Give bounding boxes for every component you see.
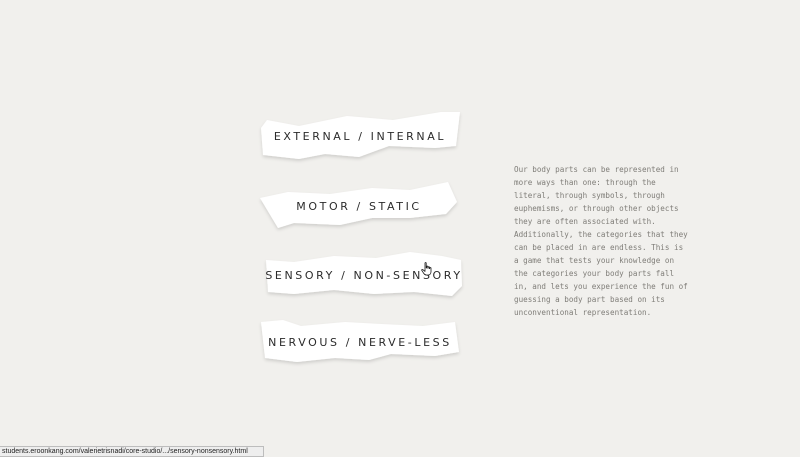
status-bar-url: students.eroonkang.com/valerietrisnadi/c… <box>0 446 264 457</box>
category-card-nervous-nerve-less[interactable]: NERVOUS / NERVE-LESS <box>259 318 461 364</box>
category-card-external-internal[interactable]: EXTERNAL / INTERNAL <box>259 110 461 160</box>
description-text: Our body parts can be represented in mor… <box>514 165 688 317</box>
category-label: SENSORY / NON-SENSORY <box>265 269 463 282</box>
category-card-sensory-non-sensory[interactable]: SENSORY / NON-SENSORY <box>264 252 464 300</box>
category-label: MOTOR / STATIC <box>296 200 422 213</box>
category-label: EXTERNAL / INTERNAL <box>273 130 447 143</box>
category-label: NERVOUS / NERVE-LESS <box>268 336 452 349</box>
hand-pointer-icon <box>421 262 432 276</box>
category-card-motor-static[interactable]: MOTOR / STATIC <box>260 180 458 230</box>
